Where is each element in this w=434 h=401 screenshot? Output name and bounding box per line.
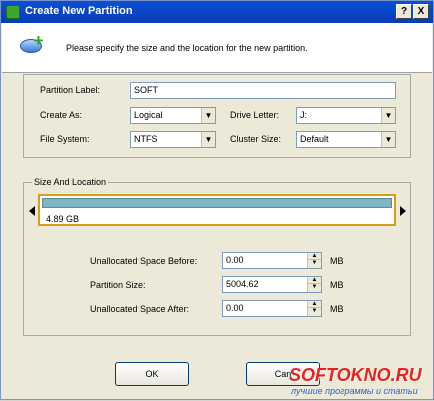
file-system-select[interactable]: NTFS ▼	[130, 131, 216, 148]
partition-options-panel: Partition Label: SOFT Create As: Logical…	[23, 74, 411, 158]
unallocated-after-label: Unallocated Space After:	[90, 304, 190, 314]
header-instruction: Please specify the size and the location…	[66, 43, 308, 53]
file-system-label: File System:	[40, 134, 90, 144]
drive-letter-select[interactable]: J: ▼	[296, 107, 396, 124]
new-partition-icon: +	[20, 32, 46, 59]
partition-size-value: 5004.62	[226, 279, 259, 289]
chevron-down-icon[interactable]: ▼	[201, 132, 215, 147]
partition-bar-size: 4.89 GB	[46, 214, 80, 224]
help-button[interactable]: ?	[396, 4, 412, 19]
chevron-down-icon[interactable]: ▼	[381, 108, 395, 123]
partition-size-input[interactable]: 5004.62 ▲ ▼	[222, 276, 322, 293]
spinner-arrows-icon[interactable]: ▲ ▼	[307, 301, 321, 316]
partition-bar[interactable]: 4.89 GB	[38, 194, 396, 226]
cluster-size-label: Cluster Size:	[230, 134, 282, 144]
create-as-label: Create As:	[40, 110, 83, 120]
partition-size-label: Partition Size:	[90, 280, 146, 290]
window-title: Create New Partition	[25, 5, 133, 17]
spinner-arrows-icon[interactable]: ▲ ▼	[307, 277, 321, 292]
unallocated-before-input[interactable]: 0.00 ▲ ▼	[222, 252, 322, 269]
partition-size-unit: MB	[330, 280, 344, 290]
watermark-sub: лучшие программы и статьи	[291, 386, 418, 396]
title-bar: Create New Partition ? X	[1, 1, 433, 23]
cluster-size-value: Default	[300, 134, 329, 144]
unallocated-after-value: 0.00	[226, 303, 244, 313]
size-location-panel: Size And Location 4.89 GB Unallocated Sp…	[23, 177, 411, 336]
chevron-down-icon[interactable]: ▼	[381, 132, 395, 147]
file-system-value: NTFS	[134, 134, 158, 144]
drive-letter-value: J:	[300, 110, 308, 120]
unallocated-after-input[interactable]: 0.00 ▲ ▼	[222, 300, 322, 317]
partition-label-label: Partition Label:	[40, 85, 101, 95]
chevron-down-icon[interactable]: ▼	[201, 108, 215, 123]
size-location-title: Size And Location	[32, 177, 109, 187]
watermark: SOFTOKNO.RU лучшие программы и статьи	[289, 365, 434, 401]
unallocated-before-label: Unallocated Space Before:	[90, 256, 198, 266]
watermark-main: SOFTOKNO.RU	[289, 365, 422, 385]
spinner-arrows-icon[interactable]: ▲ ▼	[307, 253, 321, 268]
dialog-header: + Please specify the size and the locati…	[2, 23, 432, 73]
create-partition-dialog: Create New Partition ? X + Please specif…	[0, 0, 434, 400]
right-resize-handle[interactable]	[400, 206, 406, 216]
drive-letter-label: Drive Letter:	[230, 110, 280, 120]
ok-button[interactable]: OK	[115, 362, 189, 386]
unallocated-after-unit: MB	[330, 304, 344, 314]
create-as-value: Logical	[134, 110, 163, 120]
left-resize-handle[interactable]	[29, 206, 35, 216]
unallocated-before-unit: MB	[330, 256, 344, 266]
partition-label-input[interactable]: SOFT	[130, 82, 396, 99]
partition-bar-fill[interactable]	[42, 198, 392, 208]
create-as-select[interactable]: Logical ▼	[130, 107, 216, 124]
app-icon	[6, 5, 20, 19]
unallocated-before-value: 0.00	[226, 255, 244, 265]
cluster-size-select[interactable]: Default ▼	[296, 131, 396, 148]
close-button[interactable]: X	[413, 4, 429, 19]
